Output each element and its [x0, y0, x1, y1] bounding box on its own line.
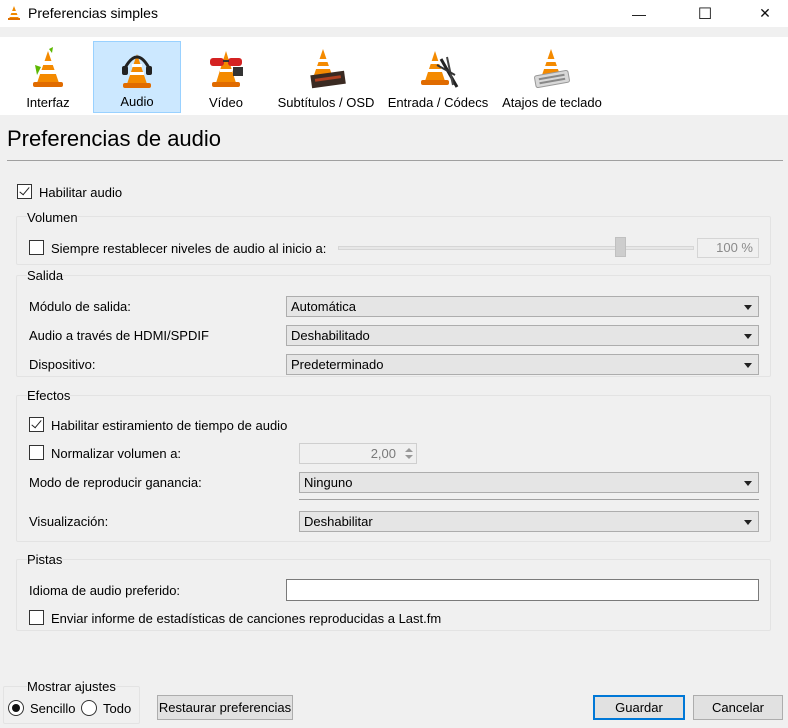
minimize-icon: —: [632, 5, 646, 22]
enable-audio-checkbox[interactable]: [17, 184, 32, 199]
window-title: Preferencias simples: [28, 5, 158, 21]
minimize-button[interactable]: —: [616, 0, 662, 27]
replaygain-select[interactable]: Ninguno: [299, 472, 759, 493]
audio-language-label: Idioma de audio preferido:: [29, 583, 181, 598]
lastfm-label: Enviar informe de estadísticas de cancio…: [51, 611, 442, 626]
output-module-label: Módulo de salida:: [29, 299, 131, 314]
output-module-value: Automática: [291, 299, 357, 314]
all-label: Todo: [103, 701, 132, 716]
category-entrada-codecs[interactable]: Entrada / Códecs: [386, 41, 490, 113]
spin-up-icon[interactable]: [405, 448, 413, 452]
maximize-button[interactable]: ☐: [682, 0, 728, 27]
title-bar: Preferencias simples — ☐ ✕: [0, 0, 788, 27]
device-value: Predeterminado: [291, 357, 384, 372]
category-bar: Interfaz Audio Vídeo Subtítulos / OSD En…: [0, 37, 788, 115]
category-label: Vídeo: [209, 95, 243, 110]
reset-preferences-button[interactable]: Restaurar preferencias: [157, 695, 293, 720]
hdmi-value: Deshabilitado: [291, 328, 370, 343]
save-button[interactable]: Guardar: [593, 695, 685, 720]
device-label: Dispositivo:: [29, 357, 96, 372]
volume-slider-thumb[interactable]: [615, 237, 626, 257]
subtitles-cone-icon: [303, 45, 349, 91]
simple-label: Sencillo: [30, 701, 76, 716]
visualization-select[interactable]: Deshabilitar: [299, 511, 759, 532]
visualization-value: Deshabilitar: [304, 514, 373, 529]
heading-divider: [7, 160, 783, 161]
reset-volume-checkbox[interactable]: [29, 240, 44, 255]
volume-group-title: Volumen: [27, 210, 78, 225]
category-atajos-de-teclado[interactable]: Atajos de teclado: [498, 41, 606, 113]
category-label: Entrada / Códecs: [387, 95, 489, 110]
cancel-button[interactable]: Cancelar: [693, 695, 783, 720]
chevron-down-icon: [744, 334, 752, 339]
time-stretch-label: Habilitar estiramiento de tiempo de audi…: [51, 418, 288, 433]
close-button[interactable]: ✕: [742, 0, 788, 27]
hdmi-select[interactable]: Deshabilitado: [286, 325, 759, 346]
tracks-group-title: Pistas: [27, 552, 63, 567]
category-subtitulos-osd[interactable]: Subtítulos / OSD: [276, 41, 376, 113]
vlc-cone-icon: [6, 5, 22, 24]
vlc-cone-icon: [25, 45, 71, 91]
replaygain-label: Modo de reproducir ganancia:: [29, 475, 202, 490]
category-label: Interfaz: [26, 95, 70, 110]
normalize-spinbox[interactable]: 2,00: [299, 443, 417, 464]
close-icon: ✕: [759, 5, 771, 21]
volume-slider[interactable]: [338, 246, 694, 250]
device-select[interactable]: Predeterminado: [286, 354, 759, 375]
normalize-value: 2,00: [370, 446, 396, 461]
effects-divider: [299, 499, 759, 500]
keyboard-cone-icon: [529, 45, 575, 91]
category-label: Audio: [120, 94, 154, 109]
output-module-select[interactable]: Automática: [286, 296, 759, 317]
all-radio[interactable]: [81, 700, 97, 716]
normalize-label: Normalizar volumen a:: [51, 446, 182, 461]
simple-radio[interactable]: [8, 700, 24, 716]
glasses-cone-icon: [203, 45, 249, 91]
category-interfaz[interactable]: Interfaz: [18, 41, 78, 113]
chevron-down-icon: [744, 481, 752, 486]
category-video[interactable]: Vídeo: [196, 41, 256, 113]
chevron-down-icon: [744, 305, 752, 310]
category-label: Atajos de teclado: [502, 95, 602, 110]
lastfm-checkbox[interactable]: [29, 610, 44, 625]
category-label: Subtítulos / OSD: [277, 95, 375, 110]
reset-volume-label: Siempre restablecer niveles de audio al …: [51, 241, 327, 256]
volume-value-field[interactable]: 100 %: [697, 238, 759, 258]
cables-cone-icon: [415, 45, 461, 91]
audio-language-input[interactable]: [286, 579, 759, 601]
effects-group-title: Efectos: [27, 388, 71, 403]
chevron-down-icon: [744, 520, 752, 525]
hdmi-label: Audio a través de HDMI/SPDIF: [29, 328, 209, 343]
normalize-checkbox[interactable]: [29, 445, 44, 460]
maximize-icon: ☐: [697, 5, 713, 23]
page-title: Preferencias de audio: [7, 126, 222, 151]
enable-audio-label: Habilitar audio: [39, 185, 123, 200]
category-audio[interactable]: Audio: [93, 41, 181, 113]
headphones-cone-icon: [114, 46, 160, 92]
chevron-down-icon: [744, 363, 752, 368]
spin-down-icon[interactable]: [405, 455, 413, 459]
time-stretch-checkbox[interactable]: [29, 417, 44, 432]
output-group-title: Salida: [27, 268, 64, 283]
show-settings-title: Mostrar ajustes: [27, 679, 116, 694]
visualization-label: Visualización:: [29, 514, 109, 529]
replaygain-value: Ninguno: [304, 475, 353, 490]
